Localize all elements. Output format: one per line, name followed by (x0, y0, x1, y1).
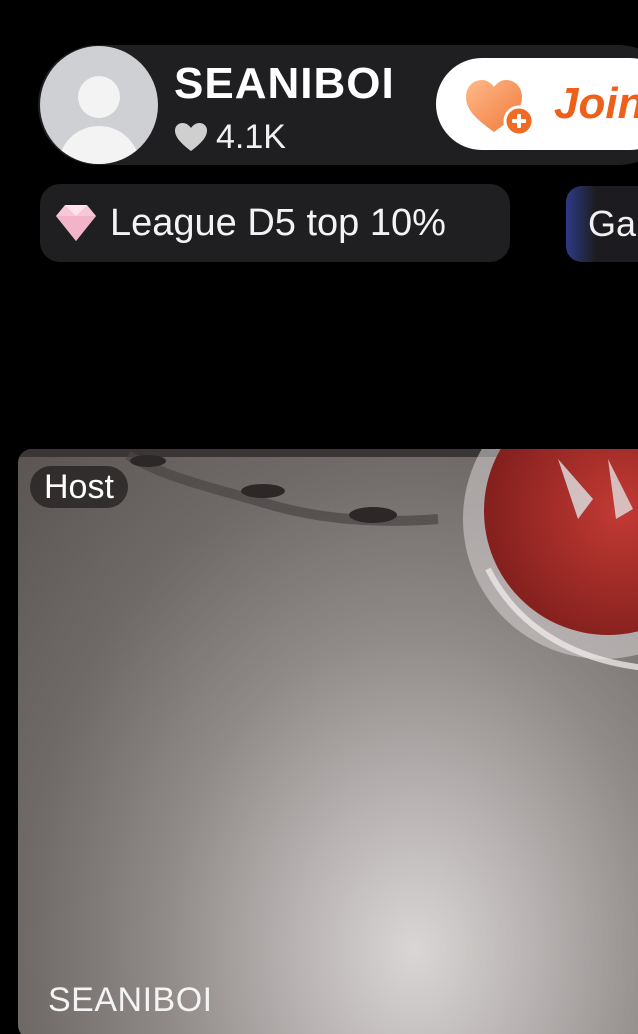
league-badge[interactable]: League D5 top 10% (40, 184, 510, 262)
gallery-chip[interactable]: Gal (566, 186, 638, 262)
join-label: Join (554, 79, 638, 128)
video-frame (18, 449, 638, 671)
gallery-label: Gal (588, 203, 638, 244)
avatar-body (58, 126, 140, 164)
likes-count: 4.1K (174, 116, 286, 158)
likes-value: 4.1K (216, 118, 286, 156)
avatar-head (78, 76, 120, 118)
avatar[interactable] (40, 46, 158, 164)
host-name-label: SEANIBOI (48, 981, 213, 1019)
live-stream-screen: SEANIBOI 4.1K Join League D5 top 10% Ga … (0, 0, 638, 1034)
host-username[interactable]: SEANIBOI (174, 58, 395, 110)
join-button[interactable]: Join (436, 58, 638, 150)
heart-plus-icon (466, 80, 535, 137)
host-tag: Host (30, 466, 128, 508)
heart-icon (175, 123, 207, 151)
diamond-icon (56, 205, 96, 241)
league-rank-text: League D5 top 10% (110, 202, 446, 244)
host-video-tile[interactable] (18, 449, 638, 1034)
